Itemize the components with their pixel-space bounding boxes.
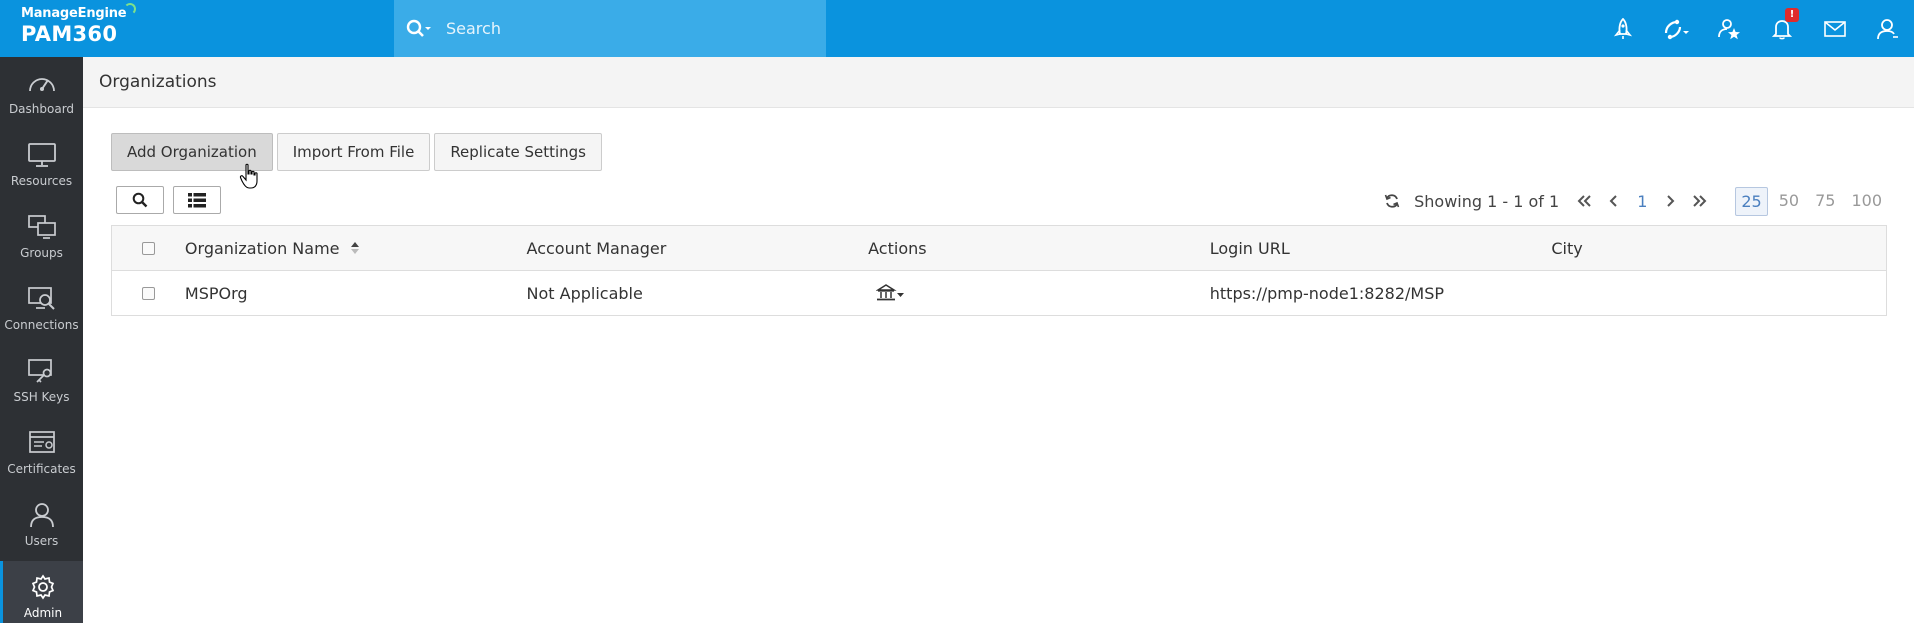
search-toggle-button[interactable] (116, 186, 164, 214)
current-page[interactable]: 1 (1637, 192, 1647, 211)
refresh-icon[interactable] (1384, 193, 1400, 209)
sidebar-item-ssh-keys[interactable]: SSH Keys (0, 345, 83, 417)
organizations-table: Organization Name Account Manager Action… (111, 225, 1887, 316)
connections-icon (27, 287, 55, 310)
page-size-75[interactable]: 75 (1810, 187, 1840, 216)
sidebar-item-groups[interactable]: Groups (0, 201, 83, 273)
search-input[interactable] (446, 19, 786, 38)
sidebar-item-resources[interactable]: Resources (0, 129, 83, 201)
column-account-manager: Account Manager (527, 226, 869, 270)
sidebar: Dashboard Resources Groups Connections S… (0, 57, 83, 623)
top-bar: ManageEngine PAM360 ! (0, 0, 1914, 57)
sidebar-item-label: Certificates (7, 462, 76, 476)
groups-icon (27, 215, 56, 239)
brand-swoosh-icon (124, 3, 136, 15)
sidebar-item-label: Admin (23, 606, 63, 620)
column-city: City (1551, 226, 1886, 270)
column-actions: Actions (868, 226, 1210, 270)
action-buttons: Add Organization Import From File Replic… (111, 133, 602, 171)
list-icon (188, 192, 206, 207)
column-header-label: Actions (868, 238, 927, 258)
search-bar[interactable] (394, 0, 826, 57)
row-checkbox[interactable] (141, 286, 155, 300)
sidebar-item-label: Dashboard (8, 102, 75, 116)
last-page-icon[interactable] (1693, 195, 1707, 207)
gauge-icon (28, 78, 55, 92)
prev-page-icon[interactable] (1609, 195, 1619, 207)
cell-actions (868, 271, 1210, 315)
grid-tools (116, 186, 221, 214)
select-all-checkbox[interactable] (141, 241, 155, 255)
sidebar-item-label: Users (24, 534, 59, 548)
sidebar-item-users[interactable]: Users (0, 489, 83, 561)
sidebar-item-label: Resources (10, 174, 73, 188)
cell-login-url[interactable]: https://pmp-node1:8282/MSP (1210, 271, 1552, 315)
select-all-cell (112, 226, 185, 270)
certificate-icon (28, 431, 55, 453)
user-icon[interactable] (1861, 0, 1914, 57)
brand-logo[interactable]: ManageEngine PAM360 (0, 0, 140, 57)
gear-icon (31, 574, 55, 600)
page-header: Organizations (83, 57, 1914, 108)
ssh-key-icon (27, 359, 52, 383)
first-page-icon[interactable] (1577, 195, 1591, 207)
showing-count: Showing 1 - 1 of 1 (1414, 191, 1560, 211)
page-size-25[interactable]: 25 (1735, 186, 1768, 216)
cell-organization-name: MSPOrg (184, 283, 248, 303)
table-header: Organization Name Account Manager Action… (112, 226, 1886, 271)
sidebar-item-label: Groups (20, 246, 63, 260)
main-content: Organizations Add Organization Import Fr… (83, 57, 1914, 623)
column-login-url: Login URL (1210, 226, 1552, 270)
replicate-settings-button[interactable]: Replicate Settings (434, 133, 602, 171)
row-select-cell (112, 271, 185, 315)
hand-cursor-icon (239, 163, 258, 189)
notification-badge: ! (1785, 8, 1799, 22)
top-icons: ! (1596, 0, 1914, 57)
connections-menu-icon[interactable] (1649, 0, 1702, 57)
organization-actions-icon[interactable] (876, 284, 906, 302)
cell-account-manager: Not Applicable (526, 283, 643, 303)
sidebar-item-certificates[interactable]: Certificates (0, 417, 83, 489)
search-icon[interactable] (406, 19, 446, 39)
sidebar-item-admin[interactable]: Admin (0, 561, 83, 623)
page-size-50[interactable]: 50 (1774, 187, 1804, 216)
column-header-label: Organization Name (184, 238, 340, 258)
column-header-label: Account Manager (526, 238, 667, 258)
page-title: Organizations (99, 72, 217, 92)
page-size-100[interactable]: 100 (1846, 187, 1887, 216)
sidebar-item-connections[interactable]: Connections (0, 273, 83, 345)
brand-product: PAM360 (21, 22, 118, 46)
next-page-icon[interactable] (1665, 195, 1675, 207)
star-user-icon[interactable] (1702, 0, 1755, 57)
monitor-icon (27, 143, 56, 167)
sidebar-item-label: Connections (4, 318, 79, 332)
bell-icon[interactable]: ! (1755, 0, 1808, 57)
column-header-label: Login URL (1209, 238, 1290, 258)
search-icon (132, 192, 148, 208)
sidebar-item-dashboard[interactable]: Dashboard (0, 57, 83, 129)
brand-vendor: ManageEngine (21, 6, 127, 21)
pagination: Showing 1 - 1 of 1 1 25 50 75 100 (1384, 186, 1887, 216)
mail-icon[interactable] (1808, 0, 1861, 57)
import-from-file-button[interactable]: Import From File (276, 133, 431, 171)
user-icon (29, 503, 54, 528)
page-size-options: 25 50 75 100 (1729, 186, 1887, 216)
column-header-label: City (1551, 238, 1583, 258)
rocket-icon[interactable] (1596, 0, 1649, 57)
sort-icon[interactable] (350, 241, 360, 255)
column-chooser-button[interactable] (173, 186, 221, 214)
sidebar-item-label: SSH Keys (13, 390, 70, 404)
column-organization-name[interactable]: Organization Name (185, 226, 527, 270)
table-row: MSPOrg Not Applicable https://pmp-node1:… (112, 271, 1886, 315)
cell-city (1551, 271, 1886, 315)
